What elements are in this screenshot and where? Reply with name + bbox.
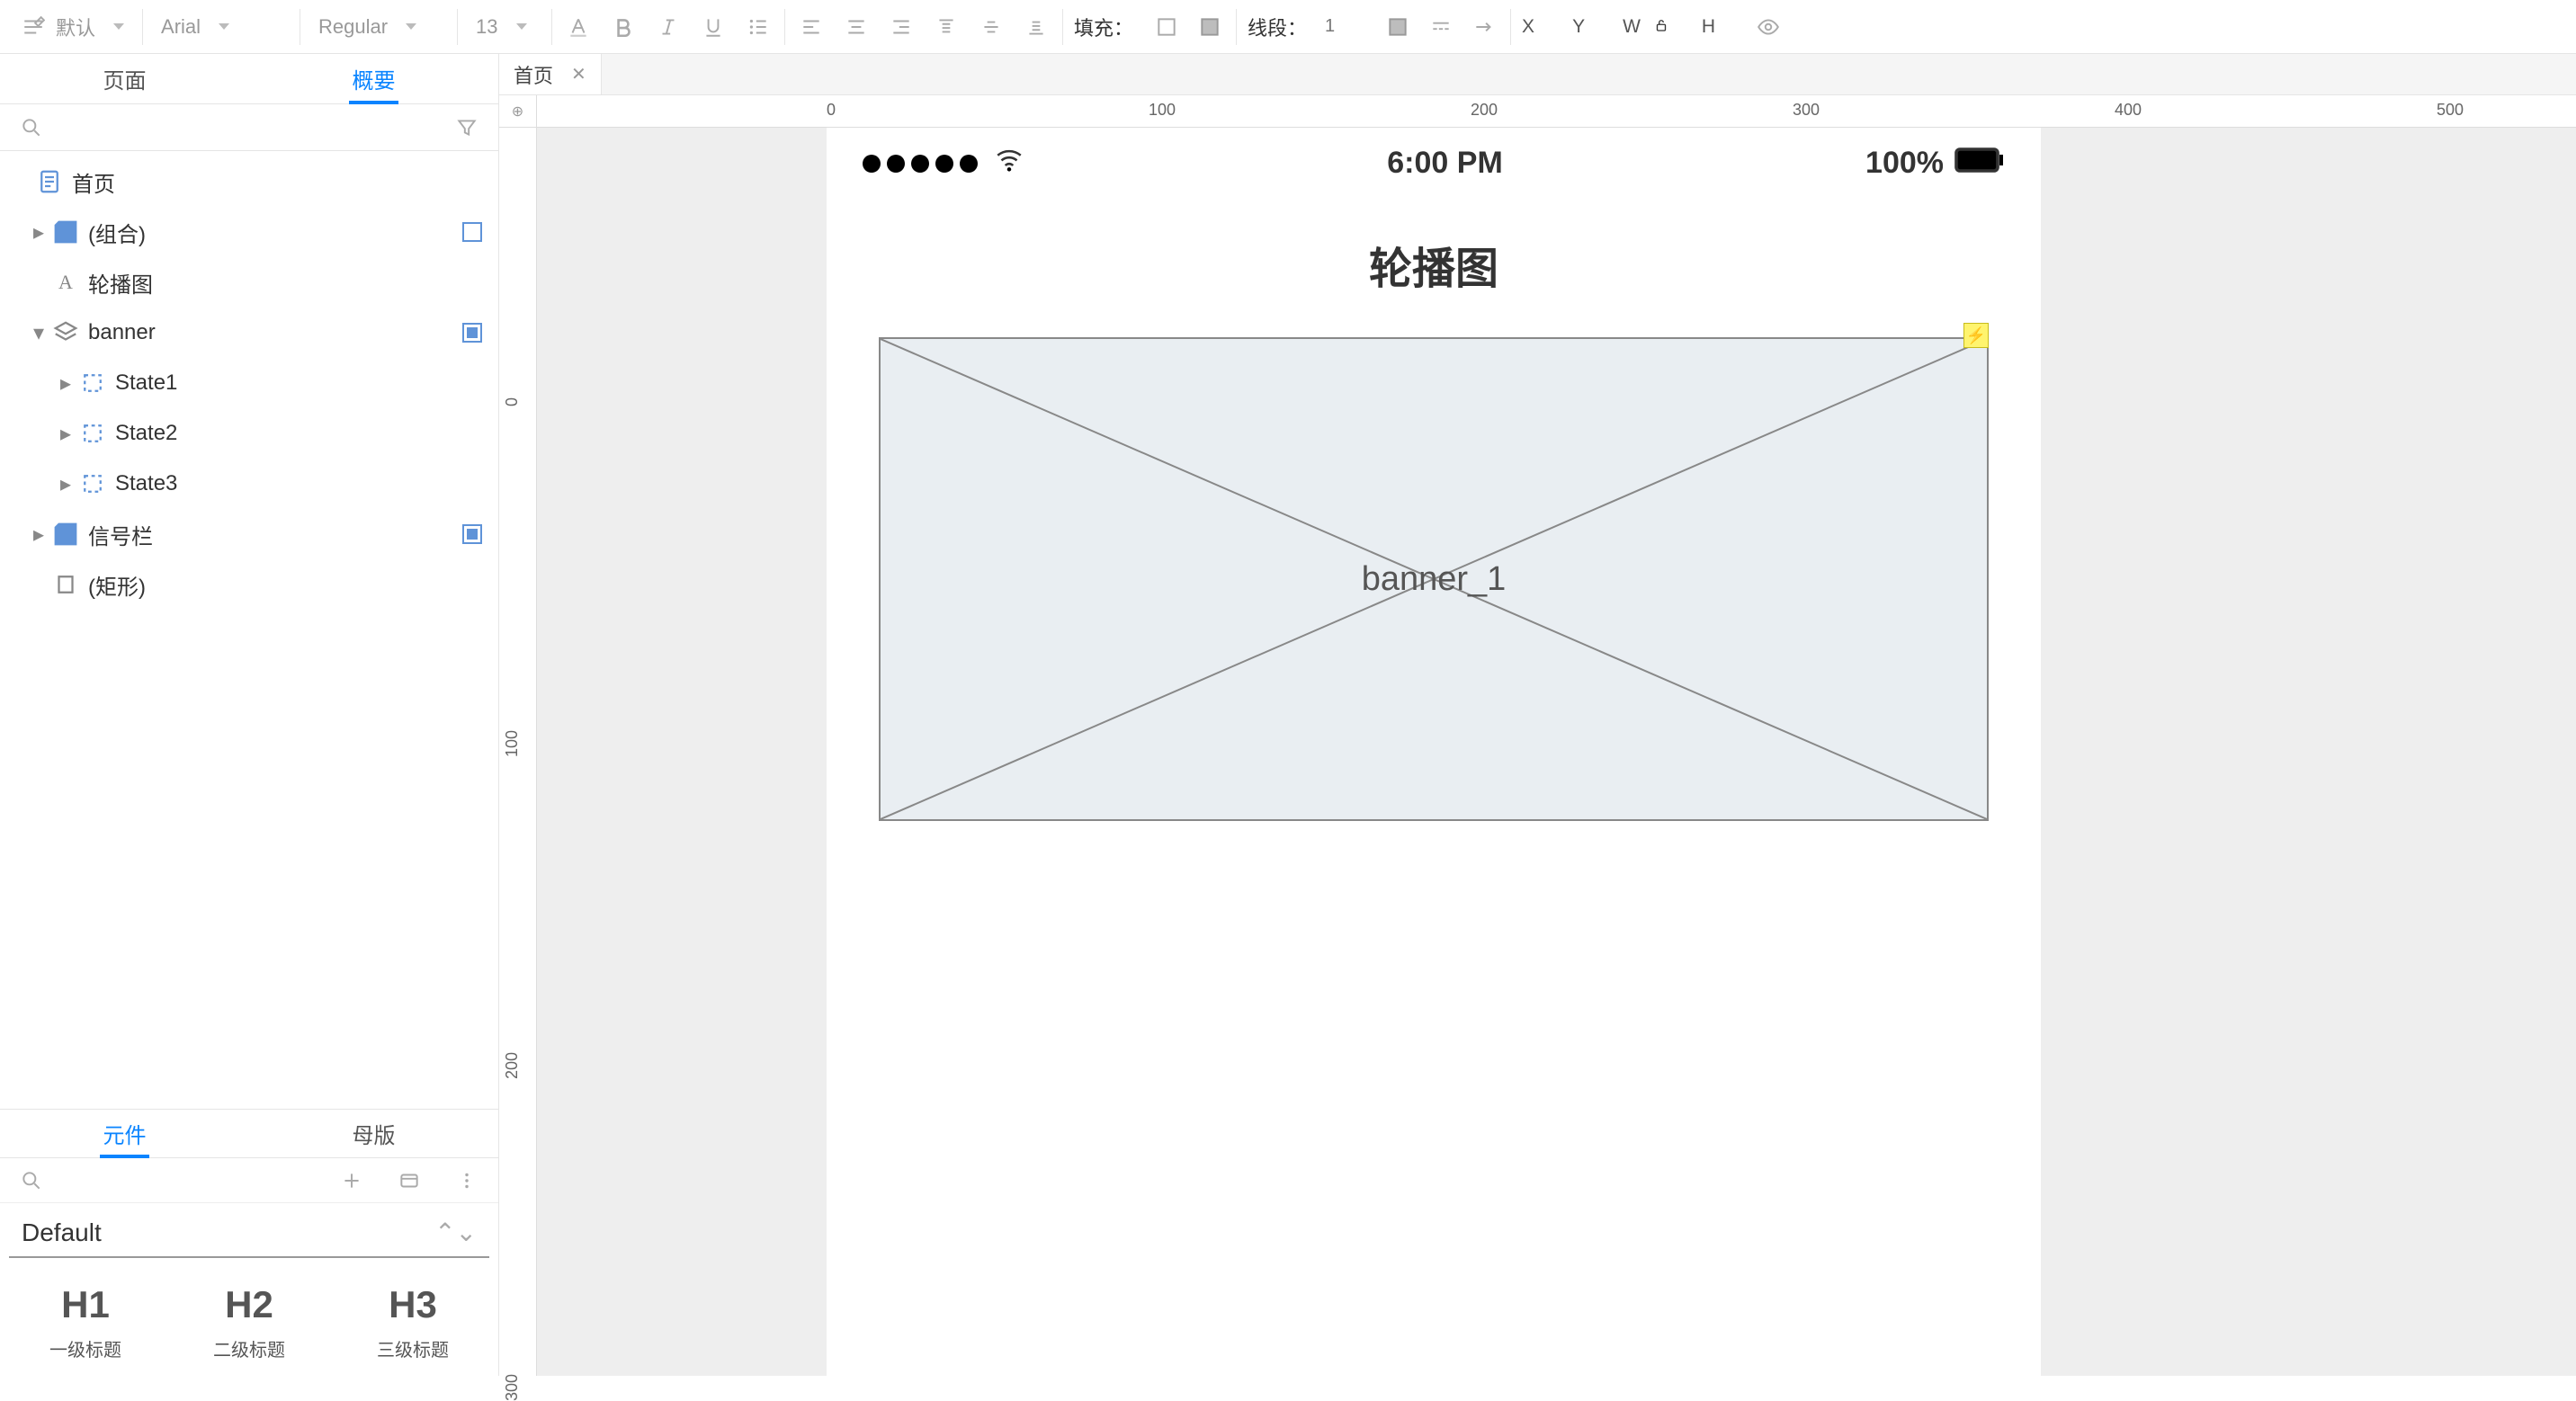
widget-h2[interactable]: H2 二级标题 (173, 1283, 326, 1361)
visibility-icon[interactable] (1753, 12, 1784, 42)
align-right-icon[interactable] (886, 12, 917, 42)
status-bar[interactable]: 6:00 PM 100% (827, 128, 2041, 192)
tab-widgets[interactable]: 元件 (0, 1110, 249, 1157)
note-marker-icon[interactable] (462, 323, 482, 343)
left-panel: 页面 概要 首页 ▸ (组合) A 轮播图 (0, 54, 499, 1376)
outline-item-group[interactable]: ▸ (组合) (0, 207, 498, 257)
canvas-area: 首页 ✕ ⊕ 0 100 200 300 400 500 0 100 200 3… (499, 54, 2576, 1376)
widget-h3[interactable]: H3 三级标题 (336, 1283, 489, 1361)
outline-item-carousel[interactable]: A 轮播图 (0, 257, 498, 308)
banner-placeholder[interactable]: banner_1 ⚡ (879, 337, 1989, 821)
canvas-viewport[interactable]: 6:00 PM 100% 轮播图 banner_1 ⚡ (537, 128, 2576, 1376)
widgets-panel: 元件 母版 Default ⌃⌄ H1 一级标题 H2 (0, 1109, 498, 1376)
chevron-down-icon (516, 23, 527, 30)
fill-label: 填充： (1074, 13, 1139, 41)
banner-label: banner_1 (881, 339, 1987, 819)
y-label[interactable]: Y (1572, 16, 1585, 38)
outline-tree: 首页 ▸ (组合) A 轮播图 ▾ banner ▸ (0, 151, 498, 1109)
close-icon[interactable]: ✕ (571, 63, 586, 85)
lock-icon[interactable] (1653, 14, 1669, 40)
font-size-select[interactable]: 13 (469, 15, 541, 39)
note-marker-icon[interactable] (462, 524, 482, 544)
widget-library-value: Default (22, 1218, 102, 1247)
signal-icon (863, 155, 978, 173)
font-family-select[interactable]: Arial (154, 15, 289, 39)
bold-icon[interactable] (608, 12, 639, 42)
tab-pages[interactable]: 页面 (0, 54, 249, 103)
ruler-horizontal[interactable]: 0 100 200 300 400 500 (537, 95, 2576, 128)
status-battery-text: 100% (1865, 146, 1944, 181)
canvas-title[interactable]: 轮播图 (827, 233, 2041, 296)
style-manager-icon[interactable] (18, 12, 49, 42)
line-width-value[interactable]: 1 (1325, 16, 1370, 37)
ruler-vertical[interactable]: 0 100 200 300 (499, 128, 537, 1376)
more-icon[interactable] (452, 1165, 482, 1196)
search-icon[interactable] (16, 1165, 47, 1196)
x-label[interactable]: X (1522, 16, 1534, 38)
document-tabs: 首页 ✕ (499, 54, 2576, 95)
align-middle-icon[interactable] (976, 12, 1006, 42)
italic-icon[interactable] (653, 12, 684, 42)
align-left-icon[interactable] (796, 12, 827, 42)
arrow-style-icon[interactable] (1469, 12, 1499, 42)
line-color-swatch[interactable] (1382, 12, 1413, 42)
chevron-down-icon (406, 23, 416, 30)
wifi-icon (994, 144, 1024, 183)
underline-icon[interactable] (698, 12, 729, 42)
line-style-icon[interactable] (1426, 12, 1456, 42)
widget-h1[interactable]: H1 一级标题 (9, 1283, 162, 1361)
align-bottom-icon[interactable] (1021, 12, 1051, 42)
outline-page-root[interactable]: 首页 (0, 156, 498, 207)
device-frame[interactable]: 6:00 PM 100% 轮播图 banner_1 ⚡ (827, 128, 2041, 1376)
h-label[interactable]: H (1702, 16, 1715, 38)
style-preset-select[interactable]: 默认 (49, 13, 131, 41)
outline-page-label: 首页 (72, 166, 482, 198)
bullet-list-icon[interactable] (743, 12, 774, 42)
doc-tab-label: 首页 (514, 60, 553, 89)
w-label[interactable]: W (1623, 16, 1641, 38)
font-size-value: 13 (476, 15, 497, 39)
interaction-badge-icon[interactable]: ⚡ (1963, 323, 1989, 348)
text-color-icon[interactable] (563, 12, 594, 42)
chevron-down-icon (113, 23, 124, 30)
outline-search-input[interactable] (58, 112, 441, 143)
filter-icon[interactable] (452, 112, 482, 143)
tab-outline[interactable]: 概要 (249, 54, 498, 103)
font-weight-value: Regular (318, 15, 388, 39)
chevron-down-icon (219, 23, 229, 30)
outline-item-state3[interactable]: ▸ State3 (0, 459, 498, 509)
library-icon[interactable] (394, 1165, 425, 1196)
font-weight-select[interactable]: Regular (311, 15, 446, 39)
outline-item-signal-bar[interactable]: ▸ 信号栏 (0, 509, 498, 559)
style-preset-value: 默认 (56, 13, 95, 41)
note-marker-icon[interactable] (462, 222, 482, 242)
widget-library-select[interactable]: Default ⌃⌄ (9, 1209, 489, 1258)
search-icon[interactable] (16, 112, 47, 143)
align-center-icon[interactable] (841, 12, 872, 42)
font-family-value: Arial (161, 15, 201, 39)
outline-item-state1[interactable]: ▸ State1 (0, 358, 498, 408)
pages-outline-tabs: 页面 概要 (0, 54, 498, 104)
fill-color-swatch[interactable] (1194, 12, 1225, 42)
outline-item-banner[interactable]: ▾ banner (0, 308, 498, 358)
ruler-origin-icon[interactable]: ⊕ (499, 95, 537, 128)
outline-item-state2[interactable]: ▸ State2 (0, 408, 498, 459)
status-time: 6:00 PM (1387, 146, 1503, 181)
fill-none-swatch[interactable] (1151, 12, 1182, 42)
battery-icon (1954, 146, 2005, 181)
align-top-icon[interactable] (931, 12, 962, 42)
top-toolbar: 默认 Arial Regular 13 (0, 0, 2576, 54)
line-label: 线段： (1248, 13, 1312, 41)
add-library-icon[interactable] (336, 1165, 367, 1196)
tab-masters[interactable]: 母版 (249, 1110, 498, 1157)
outline-item-rectangle[interactable]: (矩形) (0, 559, 498, 610)
doc-tab-home[interactable]: 首页 ✕ (499, 54, 602, 94)
